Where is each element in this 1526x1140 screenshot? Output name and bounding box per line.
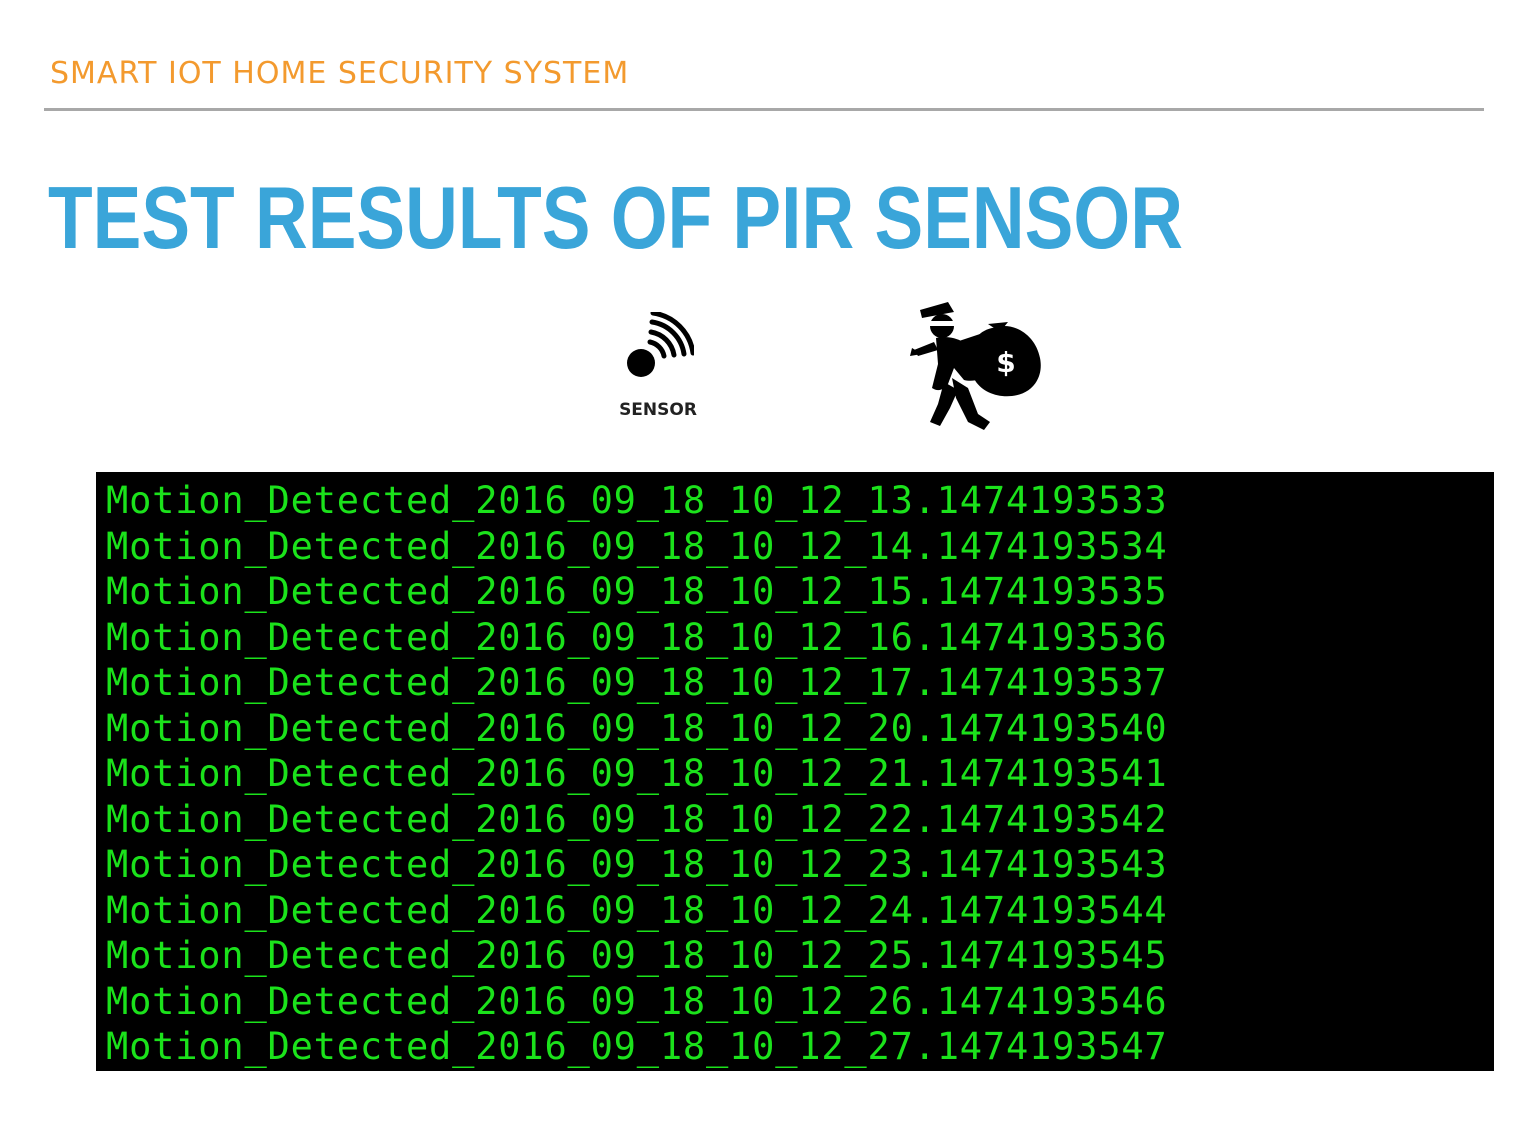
svg-text:$: $ <box>996 346 1015 379</box>
sensor-caption: SENSOR <box>619 400 697 420</box>
log-line: Motion_Detected_2016_09_18_10_12_25.1474… <box>106 934 1168 977</box>
wireless-sensor-icon <box>627 312 694 377</box>
header-label: SMART IOT HOME SECURITY SYSTEM <box>50 56 630 91</box>
header-divider <box>44 108 1484 111</box>
log-line: Motion_Detected_2016_09_18_10_12_16.1474… <box>106 615 1168 659</box>
log-line: Motion_Detected_2016_09_18_10_12_13.1474… <box>106 479 1168 522</box>
log-line: Motion_Detected_2016_09_18_10_12_27.1474… <box>106 1025 1168 1068</box>
log-line: Motion_Detected_2016_09_18_10_12_22.1474… <box>106 797 1168 841</box>
log-line: Motion_Detected_2016_09_18_10_12_24.1474… <box>106 888 1168 932</box>
log-line: Motion_Detected_2016_09_18_10_12_17.1474… <box>106 661 1168 704</box>
slide-title: TEST RESULTS OF PIR SENSOR <box>48 168 1183 267</box>
log-line: Motion_Detected_2016_09_18_10_12_26.1474… <box>106 979 1168 1023</box>
sensor-graphic: SENSOR <box>616 312 700 430</box>
thief-with-money-bag-icon: $ <box>910 302 1041 430</box>
log-line: Motion_Detected_2016_09_18_10_12_21.1474… <box>106 752 1168 795</box>
log-line: Motion_Detected_2016_09_18_10_12_20.1474… <box>106 706 1168 750</box>
log-line: Motion_Detected_2016_09_18_10_12_15.1474… <box>106 570 1168 613</box>
log-line: Motion_Detected_2016_09_18_10_12_14.1474… <box>106 524 1168 568</box>
terminal-output: Motion_Detected_2016_09_18_10_12_13.1474… <box>96 472 1494 1071</box>
log-line: Motion_Detected_2016_09_18_10_12_23.1474… <box>106 843 1168 886</box>
